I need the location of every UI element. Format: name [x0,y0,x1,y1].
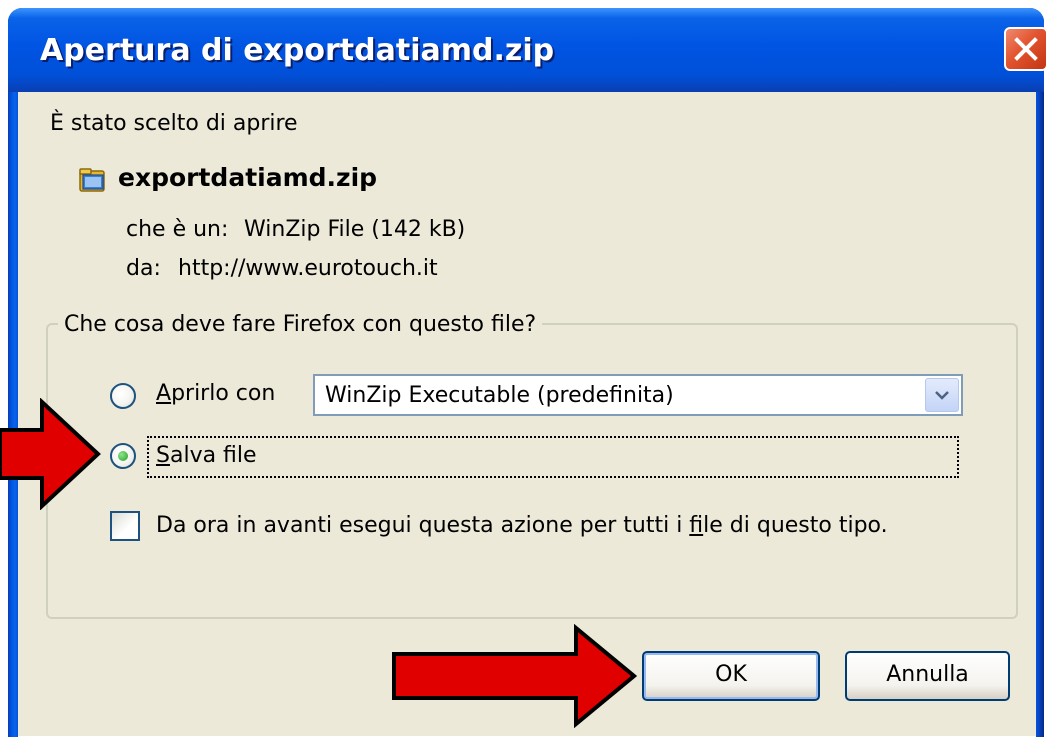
remember-choice-label[interactable]: Da ora in avanti esegui questa azione pe… [156,513,888,538]
save-file-accel: S [156,443,170,468]
open-with-app-value: WinZip Executable (predefinita) [325,383,674,408]
close-button[interactable] [1004,27,1048,71]
remember-choice-checkbox[interactable] [110,511,140,541]
annotation-arrow-ok [392,624,638,728]
file-type-label: che è un: [126,217,229,242]
open-with-label-rest: prirlo con [171,381,276,406]
ok-button[interactable]: OK [642,651,820,701]
save-file-label-rest: alva file [169,443,257,468]
open-with-accel: A [156,381,172,406]
file-source-value: http://www.eurotouch.it [178,256,438,281]
save-file-radio[interactable] [110,443,136,469]
remember-label-before: Da ora in avanti esegui questa azione pe… [156,513,690,538]
save-file-label[interactable]: Salva file [156,443,257,468]
open-with-label[interactable]: Aprirlo con [156,381,275,406]
chevron-down-icon [935,391,949,400]
dropdown-button[interactable] [925,378,959,412]
zip-folder-icon [79,168,105,192]
window-frame-right [1036,92,1044,737]
file-name: exportdatiamd.zip [118,163,378,192]
action-group-legend: Che cosa deve fare Firefox con questo fi… [58,312,543,337]
open-with-radio[interactable] [110,383,136,409]
remember-label-accel: f [689,513,704,538]
file-source-label: da: [126,256,161,281]
cancel-button[interactable]: Annulla [845,651,1010,701]
remember-label-after: ile di questo tipo. [703,513,888,538]
window-title: Apertura di exportdatiamd.zip [40,33,555,68]
open-with-app-select[interactable]: WinZip Executable (predefinita) [313,374,963,416]
annotation-arrow-save-file [0,398,101,510]
focus-rectangle [147,436,959,478]
close-icon [1014,37,1038,61]
intro-text: È stato scelto di aprire [50,111,298,136]
title-bar[interactable]: Apertura di exportdatiamd.zip [8,8,1048,92]
file-type-value: WinZip File (142 kB) [244,217,466,242]
